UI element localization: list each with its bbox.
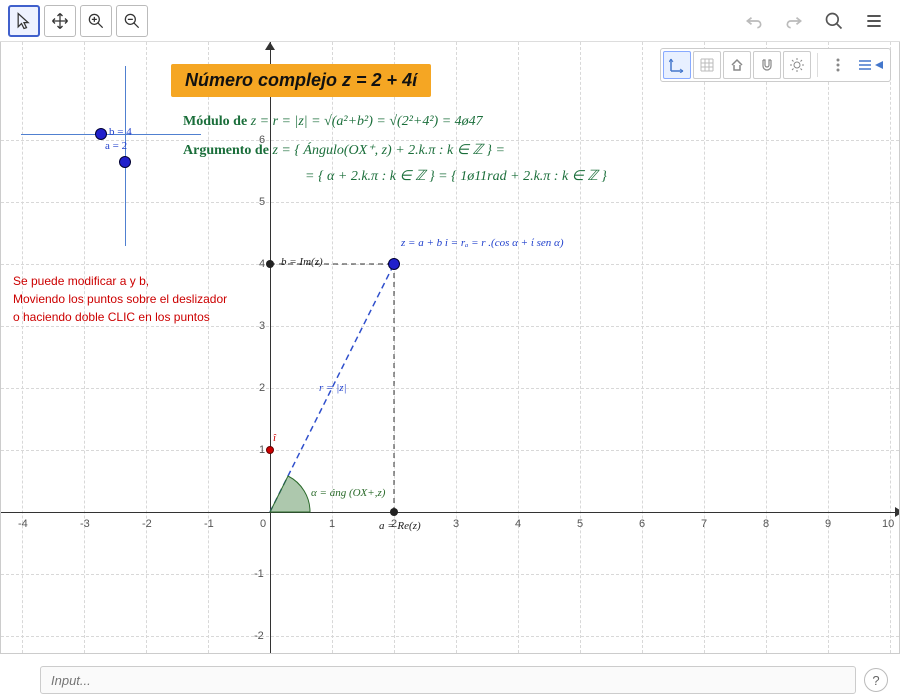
point-z[interactable] [388, 258, 400, 270]
search-button[interactable] [816, 3, 852, 39]
redo-icon [784, 11, 804, 31]
magnet-icon [759, 57, 775, 73]
more-button[interactable] [824, 51, 852, 79]
x-tick: 3 [453, 518, 459, 530]
b-projection-label: b = Im(z) [281, 256, 323, 268]
slider-b-label: b = 4 [109, 126, 132, 138]
y-tick: 3 [259, 320, 265, 332]
b-projection-point [266, 260, 274, 268]
grid-icon [699, 57, 715, 73]
zoom-in-icon [86, 11, 106, 31]
x-tick: 5 [577, 518, 583, 530]
dots-icon [832, 57, 844, 73]
x-tick: 8 [763, 518, 769, 530]
x-axis-arrow [895, 507, 900, 517]
home-icon [729, 57, 745, 73]
unit-i-label: î [273, 432, 276, 444]
snap-button[interactable] [753, 51, 781, 79]
x-tick: 7 [701, 518, 707, 530]
x-axis [1, 512, 899, 513]
undo-icon [744, 11, 764, 31]
y-tick: -2 [254, 630, 264, 642]
y-axis [270, 42, 271, 653]
x-tick: -4 [18, 518, 28, 530]
home-button[interactable] [723, 51, 751, 79]
right-tool-group [736, 3, 892, 39]
angle-label: α = áng (OX+,z) [311, 487, 385, 499]
instructions-text: Se puede modificar a y b, Moviendo los p… [13, 272, 227, 326]
x-tick: 4 [515, 518, 521, 530]
x-tick: -1 [204, 518, 214, 530]
x-tick: -3 [80, 518, 90, 530]
grid-toggle-button[interactable] [693, 51, 721, 79]
move-icon [50, 11, 70, 31]
move-tool-button[interactable] [44, 5, 76, 37]
axes-toggle-button[interactable] [663, 51, 691, 79]
x-tick: 6 [639, 518, 645, 530]
zoom-in-button[interactable] [80, 5, 112, 37]
view-panel [660, 48, 891, 82]
zoom-out-button[interactable] [116, 5, 148, 37]
y-tick: 1 [259, 444, 265, 456]
zoom-out-icon [122, 11, 142, 31]
slider-a-label: a = 2 [105, 140, 127, 152]
main-toolbar [0, 0, 900, 42]
title-box: Número complejo z = 2 + 4ί [171, 64, 431, 97]
r-label: r = |z| [319, 382, 347, 394]
input-help-button[interactable]: ? [864, 668, 888, 692]
modulo-formula: Módulo de z = r = |z| = √(a²+b²) = √(2²+… [183, 114, 483, 130]
argument-formula-2: = { α + 2.k.π : k ∈ ℤ } = { 1ø11rad + 2.… [305, 168, 607, 185]
input-bar: ? [40, 664, 888, 696]
x-tick: 0 [260, 518, 266, 530]
a-projection-point [390, 508, 398, 516]
x-tick: 10 [882, 518, 894, 530]
hamburger-icon [864, 11, 884, 31]
argument-formula-1: Argumento de z = { Ángulo(OX⁺, z) + 2.k.… [183, 142, 505, 159]
axes-icon [669, 57, 685, 73]
z-formula-label: z = a + b i = rₐ = r .(cos α + ί sen α) [401, 237, 564, 249]
search-icon [824, 11, 844, 31]
x-tick: 9 [825, 518, 831, 530]
slider-a-handle[interactable] [119, 156, 131, 168]
a-projection-label: a = Re(z) [379, 520, 421, 532]
graphics-canvas[interactable]: -4 -3 -2 -1 0 1 2 3 4 5 6 7 8 9 10 -2 -1… [0, 42, 900, 654]
left-tool-group [8, 5, 148, 37]
settings-button[interactable] [783, 51, 811, 79]
redo-button[interactable] [776, 3, 812, 39]
y-tick: 4 [259, 258, 265, 270]
cursor-icon [14, 11, 34, 31]
menu-button[interactable] [856, 3, 892, 39]
gear-icon [789, 57, 805, 73]
undo-button[interactable] [736, 3, 772, 39]
y-tick: 5 [259, 196, 265, 208]
x-tick: 1 [329, 518, 335, 530]
x-tick: -2 [142, 518, 152, 530]
y-tick: -1 [254, 568, 264, 580]
y-axis-arrow [265, 42, 275, 50]
slider-b-handle[interactable] [95, 128, 107, 140]
y-tick: 2 [259, 382, 265, 394]
collapse-panel-button[interactable] [854, 51, 888, 79]
collapse-icon [857, 57, 885, 73]
cursor-tool-button[interactable] [8, 5, 40, 37]
command-input[interactable] [40, 666, 856, 694]
unit-i-point [266, 446, 274, 454]
